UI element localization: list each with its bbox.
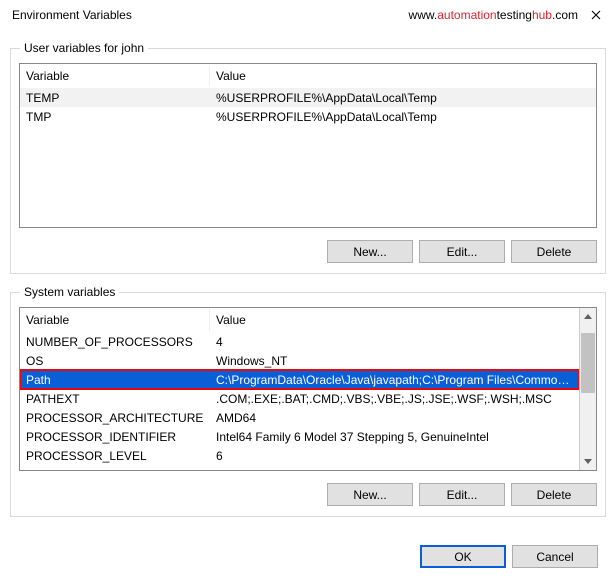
system-variables-header: Variable Value (20, 308, 579, 332)
cell-variable: Path (20, 372, 210, 388)
system-variables-buttons: New... Edit... Delete (19, 483, 597, 506)
dialog-buttons: OK Cancel (0, 527, 616, 574)
table-row[interactable]: PATHEXT .COM;.EXE;.BAT;.CMD;.VBS;.VBE;.J… (20, 389, 579, 408)
user-variables-table[interactable]: Variable Value TEMP %USERPROFILE%\AppDat… (19, 63, 597, 228)
content: User variables for john Variable Value T… (0, 48, 616, 527)
scrollbar-thumb[interactable] (581, 333, 595, 393)
system-variables-group: System variables Variable Value NUMBER_O… (10, 292, 606, 517)
system-delete-button[interactable]: Delete (511, 483, 597, 506)
window-title: Environment Variables (8, 8, 409, 22)
user-new-button[interactable]: New... (327, 240, 413, 263)
titlebar: Environment Variables www.automationtest… (0, 0, 616, 30)
table-row[interactable]: PROCESSOR_ARCHITECTURE AMD64 (20, 408, 579, 427)
user-variables-group: User variables for john Variable Value T… (10, 48, 606, 274)
scroll-up-arrow[interactable] (580, 308, 596, 325)
column-header-variable[interactable]: Variable (20, 65, 210, 87)
system-new-button[interactable]: New... (327, 483, 413, 506)
scroll-down-arrow[interactable] (580, 453, 596, 470)
user-variables-buttons: New... Edit... Delete (19, 240, 597, 263)
cell-variable: PROCESSOR_ARCHITECTURE (20, 410, 210, 426)
cell-value: .COM;.EXE;.BAT;.CMD;.VBS;.VBE;.JS;.JSE;.… (210, 391, 579, 407)
table-row[interactable]: Path C:\ProgramData\Oracle\Java\javapath… (20, 370, 579, 389)
table-row[interactable]: NUMBER_OF_PROCESSORS 4 (20, 332, 579, 351)
watermark-part: testing (497, 8, 532, 22)
table-row[interactable]: TMP %USERPROFILE%\AppData\Local\Temp (20, 107, 596, 126)
cell-variable: PROCESSOR_LEVEL (20, 448, 210, 464)
system-variables-legend: System variables (20, 285, 119, 299)
column-header-variable[interactable]: Variable (20, 309, 210, 331)
watermark: www.automationtestinghub.com (409, 8, 578, 22)
close-icon (591, 10, 601, 20)
system-variables-body: Variable Value NUMBER_OF_PROCESSORS 4 OS… (20, 308, 579, 470)
column-header-value[interactable]: Value (210, 309, 579, 331)
table-row[interactable]: PROCESSOR_LEVEL 6 (20, 446, 579, 465)
cell-variable: NUMBER_OF_PROCESSORS (20, 334, 210, 350)
cancel-button[interactable]: Cancel (512, 545, 598, 568)
chevron-up-icon (584, 314, 592, 319)
ok-button[interactable]: OK (420, 545, 506, 568)
watermark-suffix: .com (552, 8, 578, 22)
column-header-value[interactable]: Value (210, 65, 596, 87)
cell-variable: TEMP (20, 90, 210, 106)
cell-value: Intel64 Family 6 Model 37 Stepping 5, Ge… (210, 429, 579, 445)
cell-variable: OS (20, 353, 210, 369)
watermark-prefix: www. (409, 8, 438, 22)
user-edit-button[interactable]: Edit... (419, 240, 505, 263)
cell-variable: TMP (20, 109, 210, 125)
user-variables-header: Variable Value (20, 64, 596, 88)
user-variables-body: Variable Value TEMP %USERPROFILE%\AppDat… (20, 64, 596, 227)
cell-value: Windows_NT (210, 353, 579, 369)
cell-value: 4 (210, 334, 579, 350)
user-variables-legend: User variables for john (20, 41, 148, 55)
table-row[interactable]: OS Windows_NT (20, 351, 579, 370)
system-variables-table[interactable]: Variable Value NUMBER_OF_PROCESSORS 4 OS… (19, 307, 597, 471)
watermark-part: hub (532, 8, 552, 22)
table-row[interactable]: PROCESSOR_IDENTIFIER Intel64 Family 6 Mo… (20, 427, 579, 446)
cell-variable: PATHEXT (20, 391, 210, 407)
cell-variable: PROCESSOR_IDENTIFIER (20, 429, 210, 445)
cell-value: %USERPROFILE%\AppData\Local\Temp (210, 109, 596, 125)
user-delete-button[interactable]: Delete (511, 240, 597, 263)
cell-value: C:\ProgramData\Oracle\Java\javapath;C:\P… (210, 372, 579, 388)
cell-value: AMD64 (210, 410, 579, 426)
cell-value: %USERPROFILE%\AppData\Local\Temp (210, 90, 596, 106)
watermark-part: automation (437, 8, 496, 22)
close-button[interactable] (584, 3, 608, 27)
scrollbar[interactable] (579, 308, 596, 470)
chevron-down-icon (584, 459, 592, 464)
system-edit-button[interactable]: Edit... (419, 483, 505, 506)
cell-value: 6 (210, 448, 579, 464)
table-row[interactable]: TEMP %USERPROFILE%\AppData\Local\Temp (20, 88, 596, 107)
